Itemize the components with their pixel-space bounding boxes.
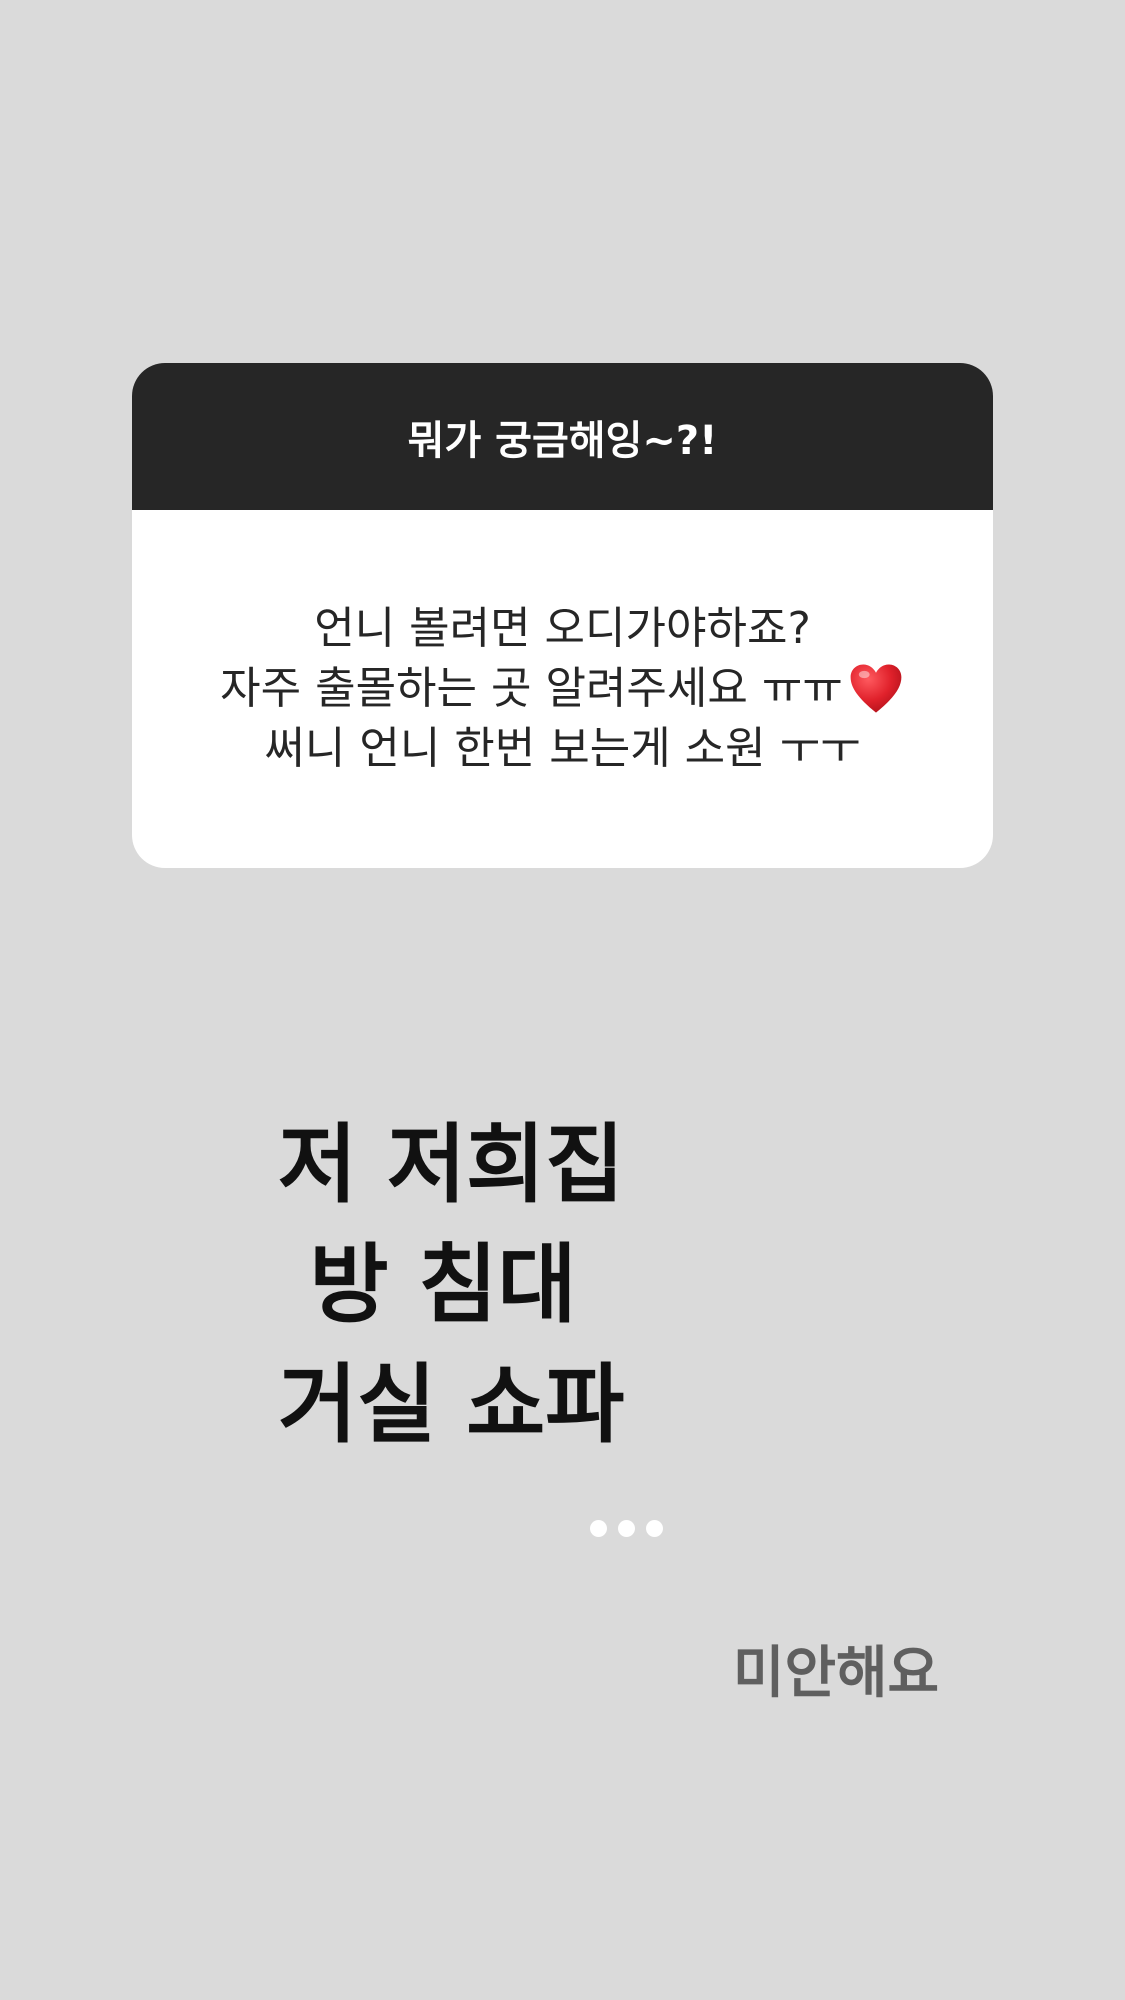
question-text-2: 자주 출몰하는 곳 알려주세요 ㅠㅠ	[220, 663, 843, 714]
question-prompt: 뭐가 궁금해잉~?!	[132, 363, 993, 510]
answer-line-1: 저 저희집	[278, 1115, 625, 1215]
question-line-1: 언니 볼려면 오디가야하죠?	[314, 599, 811, 659]
dot	[590, 1520, 607, 1537]
answer-line-3: 거실 쇼파	[278, 1355, 625, 1455]
answer-text-block: 저 저희집 방 침대 거실 쇼파	[278, 1105, 625, 1465]
question-line-3: 써니 언니 한번 보는게 소원 ㅜㅜ	[264, 719, 860, 779]
question-sticker: 뭐가 궁금해잉~?! 언니 볼려면 오디가야하죠? 자주 출몰하는 곳 알려주세…	[132, 363, 993, 868]
answer-line-2: 방 침대	[309, 1235, 577, 1335]
ellipsis-dots	[590, 1520, 663, 1537]
question-line-2: 자주 출몰하는 곳 알려주세요 ㅠㅠ	[220, 659, 905, 719]
red-heart-icon	[850, 664, 902, 713]
question-text-3: 써니 언니 한번 보는게 소원 ㅜㅜ	[264, 723, 861, 774]
dot	[646, 1520, 663, 1537]
question-answer-box: 언니 볼려면 오디가야하죠? 자주 출몰하는 곳 알려주세요 ㅠㅠ 써니 언니 …	[132, 510, 993, 868]
apology-text: 미안해요	[733, 1641, 940, 1706]
dot	[618, 1520, 635, 1537]
question-text-1: 언니 볼려면 오디가야하죠?	[314, 603, 811, 654]
